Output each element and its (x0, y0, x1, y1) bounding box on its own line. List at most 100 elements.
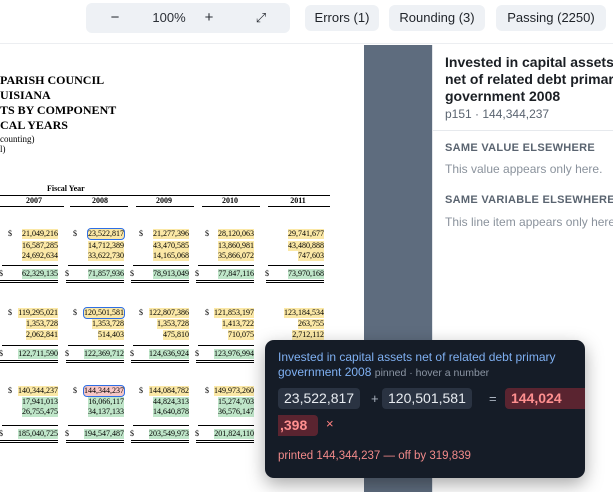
table-cell[interactable]: 123,184,534 (284, 308, 324, 318)
same-variable-note: This line item appears only here. (445, 215, 613, 229)
currency-symbol: $ (139, 308, 143, 317)
filter-errors-button[interactable]: Errors (1) (305, 5, 379, 31)
table-cell[interactable]: 29,741,677 (288, 229, 324, 239)
table-cell[interactable]: 514,403 (98, 330, 124, 340)
table-cell[interactable]: 122,807,386 (149, 308, 189, 318)
detail-divider (433, 130, 613, 131)
table-cell[interactable]: 14,712,389 (88, 241, 124, 251)
doc-heading-line: TS BY COMPONENT (0, 103, 117, 117)
table-cell[interactable]: 14,165,068 (153, 251, 189, 261)
table-cell[interactable]: 263,755 (298, 319, 324, 329)
table-cell[interactable]: 36,576,147 (218, 407, 254, 417)
table-cell[interactable]: 15,274,703 (218, 397, 254, 407)
table-cell[interactable]: 26,755,475 (22, 407, 58, 417)
table-total-cell[interactable]: 194,547,487 (84, 429, 124, 439)
currency-symbol: $ (0, 429, 3, 438)
year-header: 2008 (92, 196, 108, 205)
table-total-cell[interactable]: 185,040,725 (18, 429, 58, 439)
popover-hint: pinned · hover a number (374, 367, 490, 379)
table-total-cell[interactable]: 78,913,049 (153, 269, 189, 279)
table-total-cell[interactable]: 123,976,994 (214, 349, 254, 359)
zoom-in-button[interactable]: + (194, 3, 224, 33)
year-header: 2010 (222, 196, 238, 205)
table-total-cell[interactable]: 71,857,936 (88, 269, 124, 279)
doc-heading-line: UISIANA (0, 88, 51, 102)
table-cell[interactable]: 28,120,063 (218, 229, 254, 239)
table-cell[interactable]: 13,860,981 (218, 241, 254, 251)
table-cell[interactable]: 24,692,634 (22, 251, 58, 261)
total-double-rule (266, 280, 324, 283)
table-cell[interactable]: 21,049,216 (22, 229, 58, 239)
computed-result-chip: 144,024 (505, 388, 585, 409)
operand-chip[interactable]: 23,522,817 (278, 388, 361, 409)
plus-operator: + (371, 391, 379, 406)
table-cell[interactable]: 35,866,072 (218, 251, 254, 261)
table-total-cell[interactable]: 203,549,973 (149, 429, 189, 439)
currency-symbol: $ (65, 429, 69, 438)
subtotal-rule (198, 265, 254, 266)
table-cell[interactable]: 17,941,013 (22, 397, 58, 407)
table-cell[interactable]: 44,824,313 (153, 397, 189, 407)
table-cell[interactable]: 33,622,730 (88, 251, 124, 261)
zoom-level: 100% (152, 10, 186, 25)
table-cell[interactable]: 43,480,888 (288, 241, 324, 251)
total-double-rule (0, 280, 58, 283)
filter-rounding-button[interactable]: Rounding (3) (389, 5, 485, 31)
table-cell[interactable]: 34,137,133 (88, 407, 124, 417)
table-cell[interactable]: 119,295,021 (18, 308, 58, 318)
currency-symbol: $ (265, 269, 269, 278)
table-cell[interactable]: 2,062,841 (26, 330, 58, 340)
table-cell[interactable]: 21,277,396 (153, 229, 189, 239)
table-total-cell[interactable]: 122,711,590 (18, 349, 58, 359)
year-underline (136, 206, 194, 207)
table-cell[interactable]: 144,344,237 (83, 385, 125, 397)
currency-symbol: $ (8, 229, 12, 238)
table-cell[interactable]: 1,413,722 (222, 319, 254, 329)
currency-symbol: $ (8, 386, 12, 395)
table-cell[interactable]: 16,587,285 (22, 241, 58, 251)
table-total-cell[interactable]: 124,636,924 (149, 349, 189, 359)
table-cell[interactable]: 2,712,112 (292, 330, 324, 340)
table-cell[interactable]: 43,470,585 (153, 241, 189, 251)
currency-symbol: $ (73, 308, 77, 317)
currency-symbol: $ (73, 386, 77, 395)
table-total-cell[interactable]: 62,329,135 (22, 269, 58, 279)
table-cell[interactable]: 23,522,817 (87, 228, 125, 240)
table-total-cell[interactable]: 73,970,168 (288, 269, 324, 279)
equals-operator: = (489, 391, 497, 406)
table-total-cell[interactable]: 201,824,110 (214, 429, 254, 439)
table-cell[interactable]: 1,353,728 (157, 319, 189, 329)
table-total-cell[interactable]: 122,369,712 (84, 349, 124, 359)
table-cell[interactable]: 144,084,782 (149, 386, 189, 396)
subtotal-rule (268, 265, 324, 266)
subtotal-rule (68, 425, 124, 426)
table-cell[interactable]: 1,353,728 (92, 319, 124, 329)
table-cell[interactable]: 121,853,197 (214, 308, 254, 318)
year-underline (268, 206, 330, 207)
table-cell[interactable]: 1,353,728 (26, 319, 58, 329)
table-cell[interactable]: 747,603 (298, 251, 324, 261)
table-cell[interactable]: 710,075 (228, 330, 254, 340)
subtotal-rule (68, 345, 124, 346)
table-cell[interactable]: 475,810 (163, 330, 189, 340)
table-cell[interactable]: 120,501,581 (83, 307, 125, 319)
fit-page-icon[interactable]: ⤢ (246, 3, 276, 33)
zoom-out-button[interactable]: − (100, 3, 130, 33)
year-header: 2007 (26, 196, 42, 205)
subtotal-rule (2, 265, 58, 266)
mismatch-message: printed 144,344,237 — off by 319,839 (278, 450, 471, 462)
total-double-rule (66, 440, 124, 443)
table-total-cell[interactable]: 77,847,116 (218, 269, 254, 279)
table-cell[interactable]: 14,640,878 (153, 407, 189, 417)
year-underline (0, 206, 64, 207)
operand-chip[interactable]: 120,501,581 (382, 388, 472, 409)
currency-symbol: $ (195, 269, 199, 278)
filter-passing-button[interactable]: Passing (2250) (496, 5, 606, 31)
table-cell[interactable]: 140,344,237 (18, 386, 58, 396)
currency-symbol: $ (205, 386, 209, 395)
subtotal-rule (68, 265, 124, 266)
total-double-rule (131, 280, 189, 283)
table-cell[interactable]: 16,066,117 (88, 397, 124, 407)
table-cell[interactable]: 149,973,260 (214, 386, 254, 396)
total-double-rule (0, 360, 58, 363)
